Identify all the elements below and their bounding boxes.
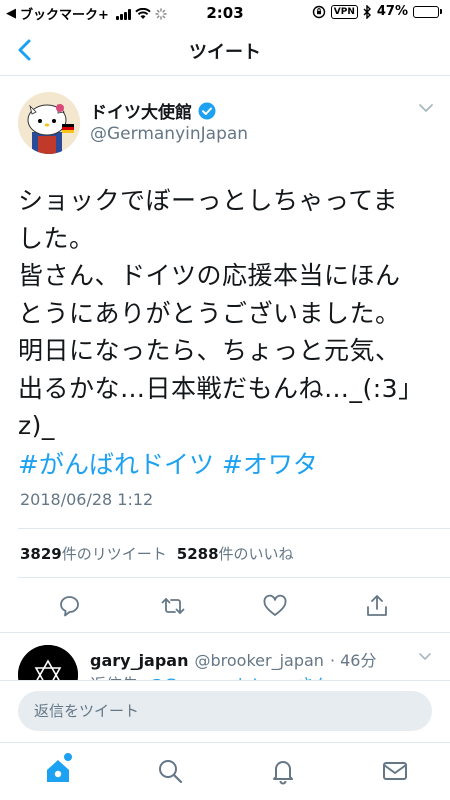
page-title: ツイート bbox=[189, 42, 261, 63]
reply-compose-input[interactable]: 返信をツイート bbox=[18, 691, 432, 731]
hashtags: #がんばれドイツ #オワタ bbox=[18, 447, 318, 483]
author-handle[interactable]: @GermanyinJapan bbox=[90, 124, 248, 144]
author-avatar[interactable] bbox=[18, 92, 80, 154]
tab-bar bbox=[0, 742, 450, 800]
orientation-lock-icon bbox=[312, 5, 325, 18]
hello-kitty-avatar-image bbox=[18, 92, 80, 154]
reply-header: gary_japan @brooker_japan · 46分 bbox=[90, 647, 376, 671]
retweet-icon[interactable] bbox=[160, 593, 186, 619]
retweet-label: 件のリツイート bbox=[61, 545, 167, 563]
bell-icon[interactable] bbox=[269, 757, 297, 785]
bluetooth-icon bbox=[363, 4, 371, 19]
search-icon[interactable] bbox=[156, 757, 184, 785]
tweet-text-line: とうにありがとうございました。 bbox=[18, 298, 401, 328]
home-icon[interactable] bbox=[44, 757, 72, 785]
chevron-down-icon[interactable] bbox=[418, 102, 434, 114]
like-label: 件のいいね bbox=[218, 545, 294, 563]
heart-icon[interactable] bbox=[262, 593, 288, 619]
reply-icon[interactable] bbox=[57, 593, 83, 619]
author-name[interactable]: ドイツ大使館 bbox=[90, 98, 192, 123]
compose-bar: 返信をツイート bbox=[0, 680, 450, 742]
tweet-text-line: z)_ bbox=[18, 411, 55, 440]
like-stat[interactable]: 5288件のいいね bbox=[177, 543, 294, 564]
like-count: 5288 bbox=[176, 545, 219, 563]
reply-time: · 46分 bbox=[329, 651, 377, 670]
tweet-text-line: ショックでぼーっとしちゃってま bbox=[18, 186, 399, 215]
status-bar: ◀ ブックマーク+ 2:03 VPN 47% bbox=[0, 0, 450, 26]
tweet-text-line: した。 bbox=[18, 223, 95, 253]
divider bbox=[0, 632, 450, 633]
share-icon[interactable] bbox=[364, 593, 390, 619]
hashtag-link[interactable]: #がんばれドイツ bbox=[18, 450, 214, 479]
reply-author-name[interactable]: gary_japan bbox=[90, 651, 189, 670]
engagement-stats: 3829件のリツイート 5288件のいいね bbox=[20, 543, 294, 564]
battery-percent: 47% bbox=[376, 4, 408, 19]
status-right: VPN 47% bbox=[312, 4, 442, 19]
battery-icon bbox=[413, 5, 442, 18]
tweet-header: ドイツ大使館 @GermanyinJapan bbox=[18, 92, 438, 156]
tweet-timestamp: 2018/06/28 1:12 bbox=[20, 490, 154, 509]
verified-badge-icon bbox=[198, 102, 216, 119]
retweet-count: 3829 bbox=[20, 545, 62, 563]
navigation-bar: ツイート bbox=[0, 26, 450, 76]
retweet-stat[interactable]: 3829件のリツイート bbox=[20, 543, 167, 564]
tweet-text: ショックでぼーっとしちゃってま した。 皆さん、ドイツの応援本当にほん とうにあ… bbox=[18, 182, 434, 445]
hashtag-link[interactable]: #オワタ bbox=[222, 450, 318, 479]
chevron-down-icon[interactable] bbox=[418, 652, 432, 662]
new-content-dot bbox=[64, 753, 72, 761]
tweet-text-line: 明日になったら、ちょっと元気、 bbox=[18, 336, 401, 365]
tweet-text-line: 皆さん、ドイツの応援本当にほん bbox=[18, 261, 401, 290]
tweet-actions bbox=[0, 593, 450, 623]
divider bbox=[18, 528, 450, 529]
tweet-text-line: 出るかな…日本戦だもんね…_(:3」 bbox=[18, 373, 424, 403]
mail-icon[interactable] bbox=[381, 757, 409, 785]
reply-author-handle[interactable]: @brooker_japan bbox=[195, 651, 324, 670]
vpn-badge: VPN bbox=[330, 4, 358, 19]
divider bbox=[18, 577, 450, 578]
